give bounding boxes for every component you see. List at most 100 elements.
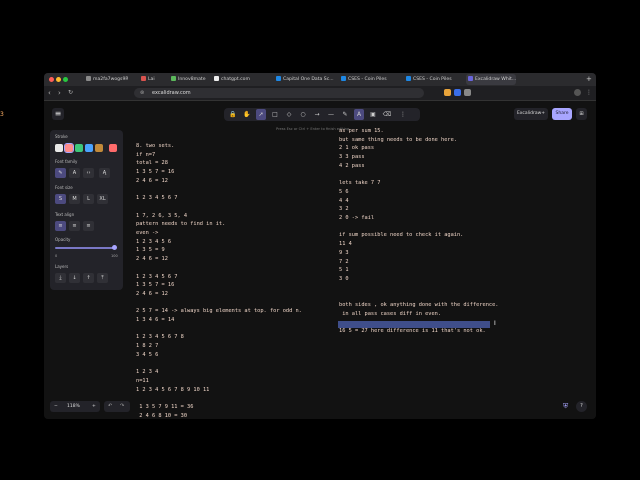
align-left-icon[interactable]: ≡ <box>55 221 66 231</box>
note-line[interactable]: in all pass cases diff in even. <box>339 311 441 317</box>
note-line[interactable]: 3 3 pass <box>339 154 365 160</box>
selection-tool-icon[interactable]: ➚ <box>256 109 266 120</box>
note-line[interactable]: but same thing needs to be done here. <box>339 137 457 143</box>
eraser-tool-icon[interactable]: ⌫ <box>382 109 392 120</box>
note-line[interactable]: even -> <box>136 230 158 236</box>
note-line[interactable]: 1 3 5 = 9 <box>136 247 165 253</box>
extension-icon[interactable] <box>444 89 451 96</box>
browser-tab[interactable]: Capital One Data Sc... <box>274 74 334 85</box>
close-window-icon[interactable] <box>49 77 54 82</box>
note-line[interactable]: 1 2 3 4 <box>136 369 158 375</box>
note-line[interactable]: total = 28 <box>136 160 168 166</box>
note-line[interactable]: both sides , ok anything done with the d… <box>339 302 498 308</box>
extension-icon[interactable] <box>464 89 471 96</box>
help-icon[interactable]: ? <box>576 401 587 412</box>
note-line[interactable]: 2 4 6 8 10 = 30 <box>136 413 187 419</box>
draw-tool-icon[interactable]: ✎ <box>340 109 350 120</box>
note-line[interactable]: 1 7, 2 6, 3 5, 4 <box>136 213 187 219</box>
excalidraw-plus-button[interactable]: Excalidraw+ <box>514 108 548 120</box>
text-tool-icon[interactable]: A <box>354 109 364 120</box>
note-line[interactable]: 8. two sets. <box>136 143 174 149</box>
menu-icon[interactable]: ⋮ <box>586 88 592 98</box>
hamburger-menu-icon[interactable]: ≡ <box>52 108 64 120</box>
note-line[interactable]: 1 3 5 7 = 16 <box>136 169 174 175</box>
note-line[interactable]: 1 2 3 4 5 6 7 8 <box>136 334 184 340</box>
note-line[interactable]: 3 0 <box>339 276 349 282</box>
note-line[interactable]: 3 4 5 6 <box>136 352 158 358</box>
send-backward-icon[interactable]: ↓ <box>69 273 80 283</box>
note-line[interactable]: 2 4 6 = 12 <box>136 178 168 184</box>
stroke-color-swatch[interactable] <box>85 144 93 152</box>
note-line[interactable]: 16 5 = 27 here difference is 11 that's n… <box>339 328 486 334</box>
extension-icon[interactable] <box>454 89 461 96</box>
note-line[interactable]: 4 4 <box>339 198 349 204</box>
hand-tool-icon[interactable]: ✋ <box>242 109 252 120</box>
rectangle-tool-icon[interactable]: □ <box>270 109 280 120</box>
font-size-m-button[interactable]: M <box>69 194 80 204</box>
stroke-color-swatch[interactable] <box>55 144 63 152</box>
code-font-icon[interactable]: ‹› <box>83 168 94 178</box>
image-tool-icon[interactable]: ▣ <box>368 109 378 120</box>
arrow-tool-icon[interactable]: → <box>312 109 322 120</box>
note-line[interactable]: 2 5 7 = 14 -> always big elements at top… <box>136 308 302 314</box>
maximize-window-icon[interactable] <box>63 77 68 82</box>
note-line[interactable]: 7 2 <box>339 259 349 265</box>
note-line[interactable]: n=11 <box>136 378 149 384</box>
lock-icon[interactable]: 🔒 <box>228 109 238 120</box>
site-settings-icon[interactable]: ⊜ <box>140 88 144 98</box>
note-line[interactable]: if sum possible need to check it again. <box>339 232 463 238</box>
note-line[interactable]: 2 4 6 = 12 <box>136 256 168 262</box>
note-line[interactable]: 2 0 -> fail <box>339 215 374 221</box>
browser-tab[interactable]: CSES - Coin Piles <box>404 74 462 85</box>
redo-icon[interactable]: ↷ <box>120 401 124 412</box>
undo-icon[interactable]: ↶ <box>108 401 112 412</box>
library-icon[interactable]: ⊞ <box>576 108 587 120</box>
browser-tab[interactable]: CSES - Coin Piles <box>339 74 399 85</box>
ellipse-tool-icon[interactable]: ○ <box>298 109 308 120</box>
bring-forward-icon[interactable]: ↑ <box>83 273 94 283</box>
note-line[interactable]: 9 3 <box>339 250 349 256</box>
normal-font-icon[interactable]: A <box>69 168 80 178</box>
note-line[interactable]: lets take 7 7 <box>339 180 380 186</box>
profile-avatar[interactable] <box>574 89 581 96</box>
forward-icon[interactable]: › <box>58 88 61 98</box>
stroke-color-swatch[interactable] <box>95 144 103 152</box>
note-line[interactable]: 2 1 ok pass <box>339 145 374 151</box>
align-center-icon[interactable]: ≡ <box>69 221 80 231</box>
more-tools-icon[interactable]: ⋮ <box>398 109 408 120</box>
note-line[interactable]: if n=7 <box>136 152 155 158</box>
note-line[interactable]: 1 2 3 4 5 6 7 8 9 10 11 <box>136 387 209 393</box>
note-line[interactable]: 2 4 6 = 12 <box>136 291 168 297</box>
zoom-out-icon[interactable]: − <box>54 401 58 412</box>
browser-tab[interactable]: ma2fa7wogs9R5tecV <box>84 74 128 85</box>
note-line[interactable]: 1 2 3 4 5 6 7 <box>136 274 177 280</box>
note-line[interactable]: 1 2 3 4 5 6 <box>136 239 171 245</box>
current-stroke-color[interactable] <box>109 144 117 152</box>
opacity-slider-handle[interactable] <box>112 245 117 250</box>
font-size-s-button[interactable]: S <box>55 194 66 204</box>
back-icon[interactable]: ‹ <box>48 88 51 98</box>
note-line[interactable]: 11 4 <box>339 241 352 247</box>
font-size-xl-button[interactable]: XL <box>97 194 108 204</box>
new-tab-button[interactable]: + <box>584 74 594 85</box>
browser-tab[interactable]: Innov8mate <box>169 74 211 85</box>
stroke-color-swatch[interactable] <box>75 144 83 152</box>
send-to-back-icon[interactable]: ⤓ <box>55 273 66 283</box>
reload-icon[interactable]: ↻ <box>68 88 73 98</box>
note-line[interactable]: 1 3 5 7 9 11 = 36 <box>136 404 193 410</box>
note-line[interactable]: as per sum 15. <box>339 128 384 134</box>
note-line[interactable]: 4 2 pass <box>339 163 365 169</box>
stroke-color-swatch[interactable] <box>64 143 74 153</box>
bring-to-front-icon[interactable]: ⤒ <box>97 273 108 283</box>
note-line[interactable]: 1 3 5 7 = 16 <box>136 282 174 288</box>
minimize-window-icon[interactable] <box>56 77 61 82</box>
line-tool-icon[interactable]: — <box>326 109 336 120</box>
note-line[interactable]: 5 6 <box>339 189 349 195</box>
note-line[interactable]: 1 8 2 7 <box>136 343 158 349</box>
shield-icon[interactable]: ⛨ <box>563 402 571 411</box>
font-picker-icon[interactable]: Ą <box>99 168 110 178</box>
font-size-l-button[interactable]: L <box>83 194 94 204</box>
browser-tab[interactable]: Excalidraw Whit... <box>466 74 516 85</box>
zoom-in-icon[interactable]: + <box>92 401 96 412</box>
excalidraw-canvas[interactable]: ≡ 🔒 ✋ ➚ □ ◇ ○ → — ✎ A ▣ ⌫ ⋮ Press Esc or… <box>44 101 596 419</box>
